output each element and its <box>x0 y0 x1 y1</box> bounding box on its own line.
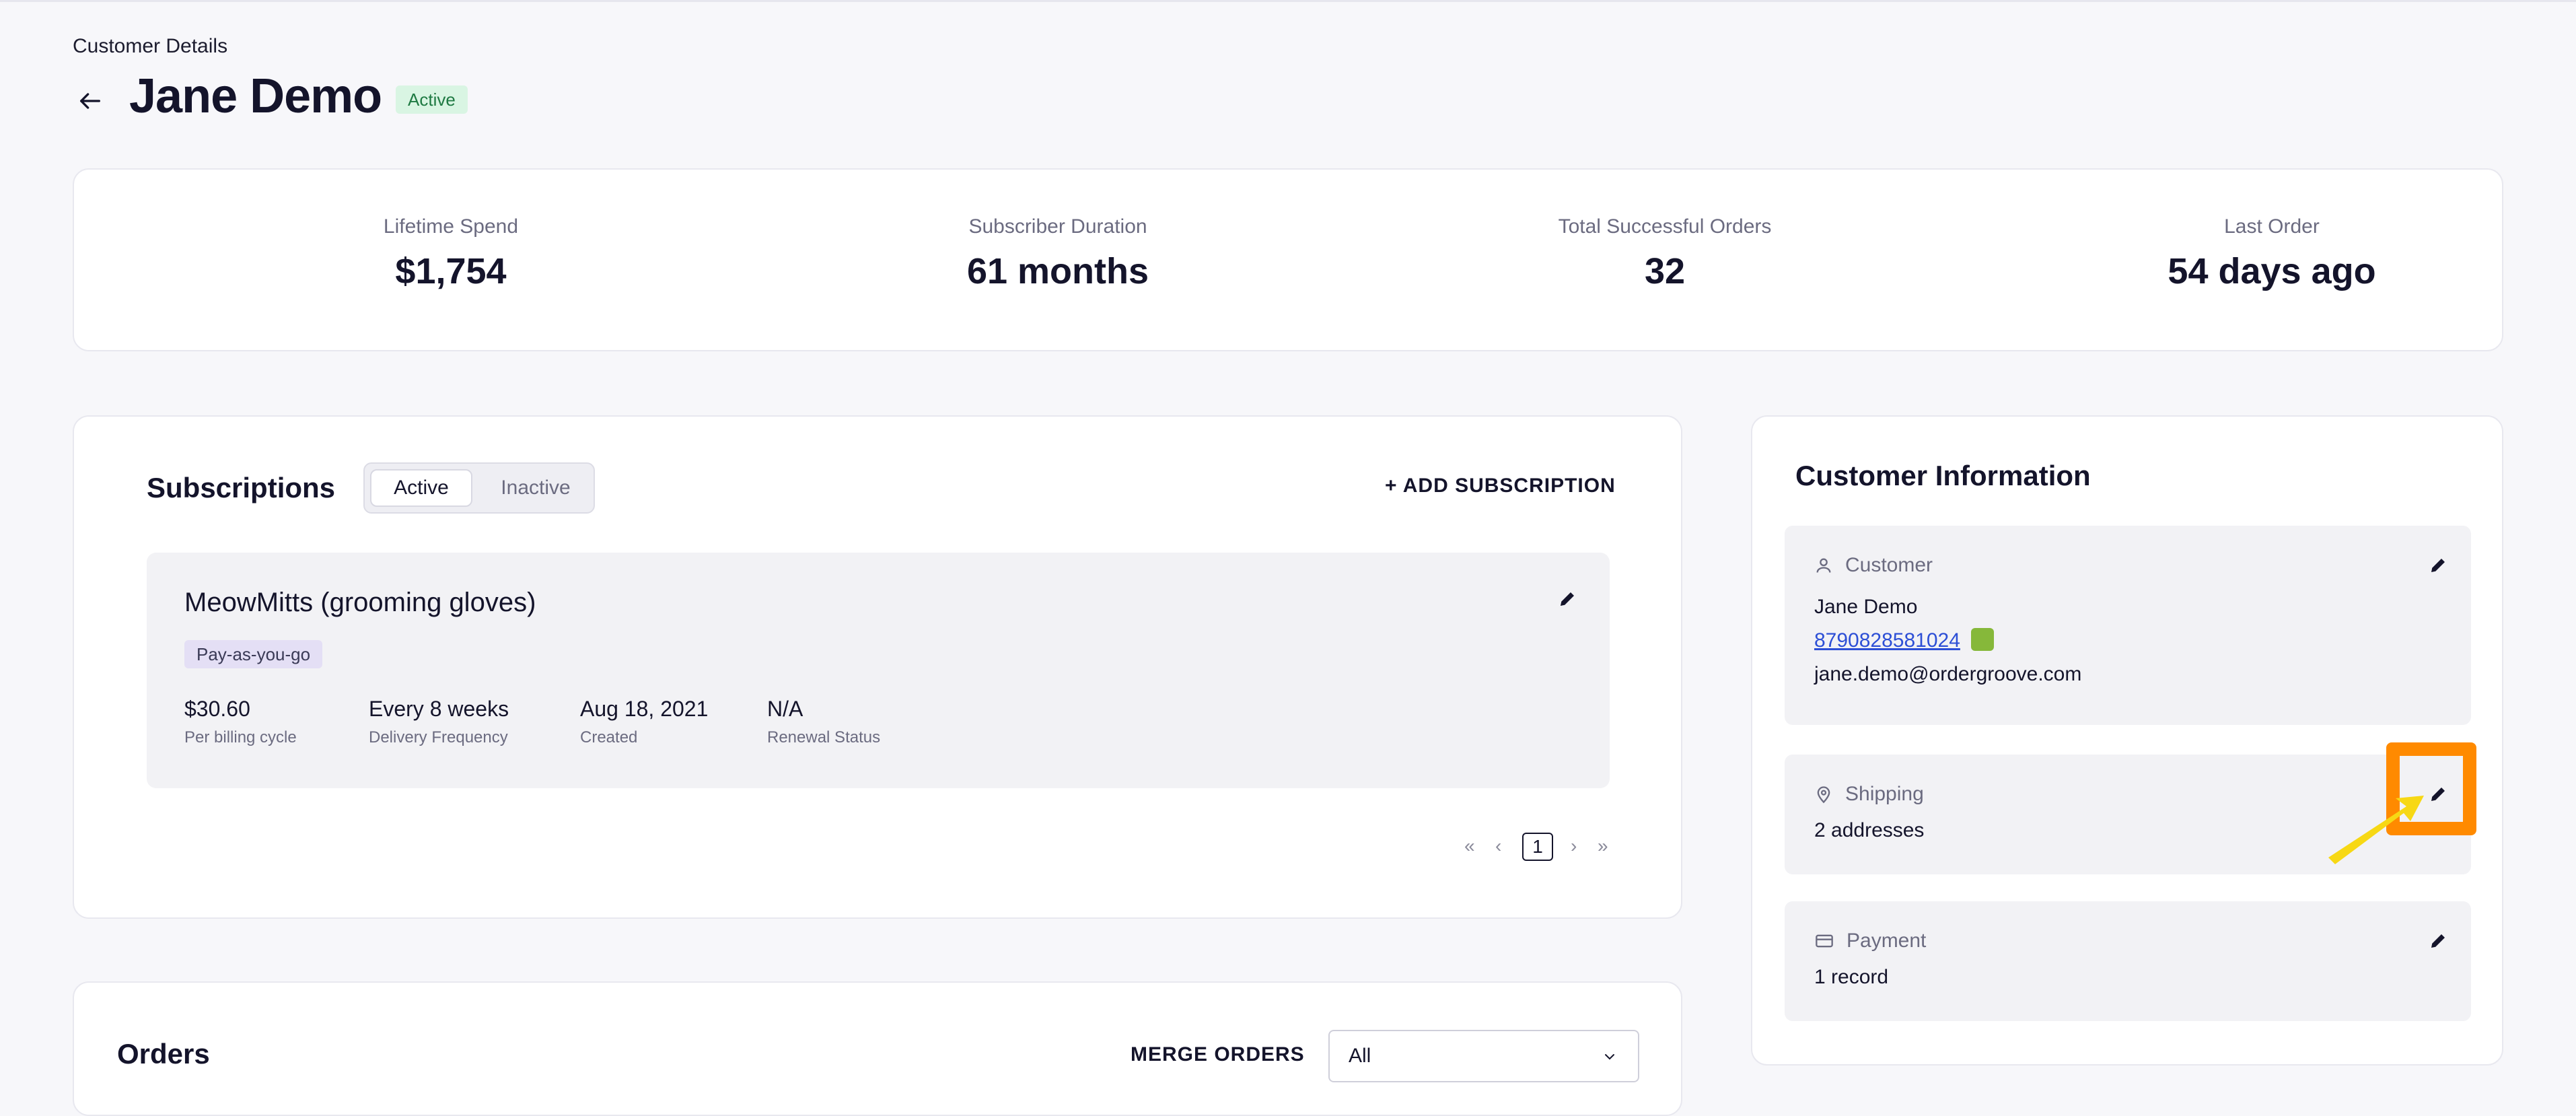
subscription-name: MeowMitts (grooming gloves) <box>184 588 536 617</box>
orders-filter-value: All <box>1349 1045 1371 1067</box>
status-badge: Active <box>396 85 468 114</box>
subscriptions-card: Subscriptions Active Inactive + ADD SUBS… <box>73 415 1682 919</box>
customer-panel-label: Customer <box>1845 554 1933 576</box>
orders-card: Orders MERGE ORDERS All <box>73 981 1682 1116</box>
stats-card: Lifetime Spend $1,754 Subscriber Duratio… <box>73 168 2503 351</box>
pencil-icon <box>1561 592 1574 606</box>
stat-value: $1,754 <box>395 251 507 291</box>
merge-orders-button[interactable]: MERGE ORDERS <box>1131 1043 1305 1066</box>
back-arrow-icon <box>80 93 100 109</box>
stat-total-orders: Total Successful Orders 32 <box>1463 215 1867 292</box>
stat-value: 61 months <box>966 251 1149 291</box>
customer-phone-row: 8790828581024 <box>1814 628 1994 653</box>
customer-information-card: Customer Information Customer Jane Demo … <box>1751 415 2503 1066</box>
subscription-item[interactable]: MeowMitts (grooming gloves) Pay-as-you-g… <box>147 553 1610 788</box>
orders-title: Orders <box>117 1038 210 1070</box>
metric-frequency: Every 8 weeks Delivery Frequency <box>369 697 509 747</box>
metric-value: Every 8 weeks <box>369 697 509 721</box>
breadcrumb: Customer Details <box>73 35 228 57</box>
add-subscription-button[interactable]: + ADD SUBSCRIPTION <box>1385 475 1616 497</box>
shipping-summary: 2 addresses <box>1814 819 1925 841</box>
pencil-icon <box>2431 934 2445 948</box>
edit-customer-button[interactable] <box>2421 549 2455 582</box>
customer-panel-header: Customer <box>1814 554 1933 577</box>
stat-label: Subscriber Duration <box>968 215 1147 238</box>
payment-panel-label: Payment <box>1847 930 1927 952</box>
edit-payment-button[interactable] <box>2421 924 2455 958</box>
metric-created: Aug 18, 2021 Created <box>580 697 708 747</box>
metric-renewal-status: N/A Renewal Status <box>767 697 880 747</box>
customer-information-title: Customer Information <box>1795 460 2091 491</box>
credit-card-icon <box>1816 934 1833 948</box>
subscription-status-toggle: Active Inactive <box>363 462 595 514</box>
user-icon <box>1816 558 1831 573</box>
customer-panel: Customer Jane Demo 8790828581024 jane.de… <box>1785 526 2471 725</box>
tab-active[interactable]: Active <box>370 469 472 507</box>
metric-price: $30.60 Per billing cycle <box>184 697 297 747</box>
pencil-icon <box>2431 559 2445 572</box>
stat-label: Last Order <box>2224 215 2320 238</box>
page-next-button[interactable]: › <box>1571 835 1577 857</box>
subscriptions-title: Subscriptions <box>147 472 336 503</box>
stat-value: 32 <box>1644 251 1686 291</box>
payment-panel: Payment 1 record <box>1785 901 2471 1021</box>
customer-name: Jane Demo <box>1814 596 1918 618</box>
top-divider <box>0 0 2576 2</box>
orders-filter-select[interactable]: All <box>1328 1030 1639 1082</box>
metric-label: Created <box>580 728 638 746</box>
stat-value: 54 days ago <box>2168 251 2376 291</box>
metric-value: N/A <box>767 697 803 721</box>
payment-panel-header: Payment <box>1814 930 1926 952</box>
chevron-down-icon <box>1605 1054 1614 1060</box>
page-title: Jane Demo <box>129 69 382 123</box>
customer-email: jane.demo@ordergroove.com <box>1814 663 2082 685</box>
back-button[interactable] <box>71 82 109 120</box>
metric-value: $30.60 <box>184 697 250 721</box>
shipping-panel-label: Shipping <box>1845 783 1924 805</box>
metric-label: Per billing cycle <box>184 728 297 746</box>
plan-badge: Pay-as-you-go <box>184 640 323 668</box>
stat-label: Total Successful Orders <box>1558 215 1772 238</box>
metric-value: Aug 18, 2021 <box>580 697 709 721</box>
tab-inactive[interactable]: Inactive <box>482 469 589 507</box>
stat-last-order: Last Order 54 days ago <box>2070 215 2474 292</box>
page-prev-button[interactable]: ‹ <box>1495 835 1501 857</box>
payment-summary: 1 record <box>1814 966 1889 988</box>
pointer-arrow-icon <box>2328 796 2424 864</box>
page-first-button[interactable]: « <box>1464 835 1475 857</box>
shipping-panel-header: Shipping <box>1814 783 1924 806</box>
page-last-button[interactable]: » <box>1598 835 1608 857</box>
stat-lifetime-spend: Lifetime Spend $1,754 <box>249 215 653 292</box>
edit-subscription-button[interactable] <box>1550 582 1584 616</box>
stat-subscriber-duration: Subscriber Duration 61 months <box>856 215 1260 292</box>
stat-label: Lifetime Spend <box>383 215 519 238</box>
map-pin-icon <box>1817 786 1830 804</box>
metric-label: Renewal Status <box>767 728 881 746</box>
customer-phone-link[interactable]: 8790828581024 <box>1814 629 1960 652</box>
metric-label: Delivery Frequency <box>369 728 508 746</box>
shopify-icon <box>1970 628 1994 652</box>
page-number-button[interactable]: 1 <box>1522 833 1553 861</box>
